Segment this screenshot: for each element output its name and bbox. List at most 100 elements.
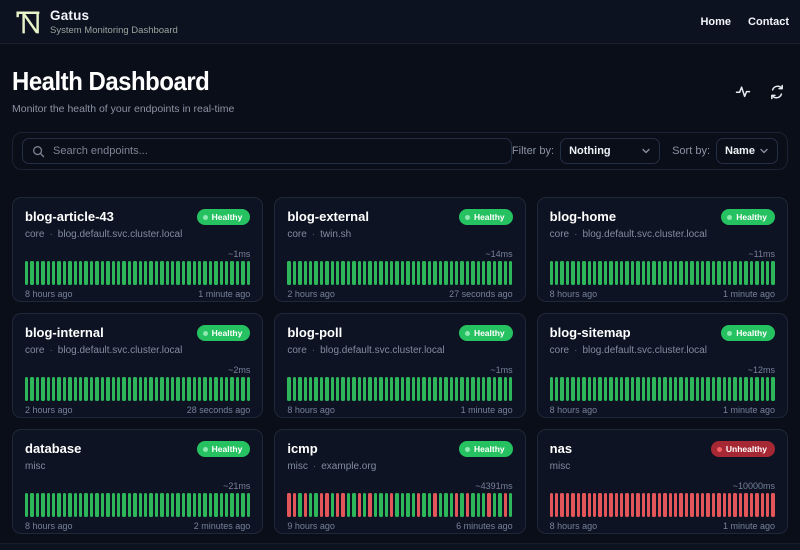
- uptime-bar[interactable]: [79, 377, 83, 402]
- uptime-bar[interactable]: [576, 261, 581, 286]
- uptime-bar[interactable]: [390, 377, 394, 402]
- uptime-bar[interactable]: [176, 377, 180, 402]
- search-input[interactable]: Search endpoints...: [22, 138, 512, 165]
- uptime-bar[interactable]: [765, 261, 770, 286]
- uptime-bar[interactable]: [614, 377, 618, 402]
- uptime-bar[interactable]: [149, 377, 153, 402]
- uptime-bar[interactable]: [395, 377, 399, 402]
- uptime-bars[interactable]: [25, 261, 251, 286]
- uptime-bar[interactable]: [52, 261, 56, 286]
- uptime-bar[interactable]: [587, 261, 591, 286]
- uptime-bar[interactable]: [417, 493, 421, 518]
- uptime-bar[interactable]: [476, 493, 480, 518]
- uptime-bar[interactable]: [203, 377, 207, 402]
- uptime-bar[interactable]: [733, 493, 737, 518]
- uptime-bar[interactable]: [52, 377, 56, 402]
- uptime-bar[interactable]: [476, 377, 480, 402]
- uptime-bar[interactable]: [603, 377, 608, 402]
- uptime-bar[interactable]: [609, 377, 613, 402]
- uptime-bars[interactable]: [549, 261, 775, 286]
- activity-icon[interactable]: [735, 84, 751, 100]
- uptime-bar[interactable]: [95, 377, 99, 402]
- uptime-bar[interactable]: [592, 377, 597, 402]
- uptime-bar[interactable]: [668, 377, 672, 402]
- uptime-bar[interactable]: [406, 377, 410, 402]
- uptime-bar[interactable]: [287, 493, 291, 518]
- uptime-bar[interactable]: [181, 261, 186, 286]
- uptime-bar[interactable]: [733, 377, 737, 402]
- uptime-bar[interactable]: [62, 493, 67, 518]
- uptime-bar[interactable]: [154, 377, 159, 402]
- uptime-bar[interactable]: [690, 493, 694, 518]
- uptime-bar[interactable]: [106, 377, 110, 402]
- uptime-bar[interactable]: [641, 261, 645, 286]
- uptime-bar[interactable]: [160, 493, 164, 518]
- uptime-bar[interactable]: [298, 493, 302, 518]
- uptime-bar[interactable]: [149, 493, 153, 518]
- uptime-bar[interactable]: [192, 493, 196, 518]
- uptime-bar[interactable]: [406, 493, 410, 518]
- uptime-bar[interactable]: [95, 261, 99, 286]
- endpoint-card[interactable]: nas Unhealthy misc· ~10000ms 8 hours ago…: [536, 429, 788, 535]
- uptime-bar[interactable]: [571, 377, 575, 402]
- uptime-bar[interactable]: [760, 261, 764, 286]
- uptime-bar[interactable]: [609, 261, 613, 286]
- uptime-bar[interactable]: [498, 377, 502, 402]
- uptime-bar[interactable]: [241, 377, 245, 402]
- uptime-bar[interactable]: [465, 377, 470, 402]
- uptime-bar[interactable]: [68, 261, 72, 286]
- uptime-bar[interactable]: [230, 377, 234, 402]
- uptime-bar[interactable]: [30, 493, 34, 518]
- sort-select[interactable]: Name: [716, 138, 778, 165]
- uptime-bar[interactable]: [487, 493, 491, 518]
- uptime-bar[interactable]: [325, 261, 329, 286]
- uptime-bar[interactable]: [143, 377, 148, 402]
- uptime-bar[interactable]: [690, 261, 694, 286]
- uptime-bar[interactable]: [663, 377, 667, 402]
- uptime-bar[interactable]: [722, 261, 727, 286]
- uptime-bar[interactable]: [695, 261, 700, 286]
- uptime-bar[interactable]: [127, 493, 132, 518]
- uptime-bar[interactable]: [357, 493, 362, 518]
- uptime-bar[interactable]: [330, 493, 334, 518]
- uptime-bar[interactable]: [395, 261, 399, 286]
- uptime-bar[interactable]: [100, 377, 105, 402]
- uptime-bar[interactable]: [241, 493, 245, 518]
- uptime-bar[interactable]: [438, 261, 443, 286]
- uptime-bar[interactable]: [187, 493, 191, 518]
- uptime-bar[interactable]: [417, 261, 421, 286]
- uptime-bar[interactable]: [298, 261, 302, 286]
- uptime-bar[interactable]: [292, 261, 297, 286]
- uptime-bar[interactable]: [335, 493, 340, 518]
- uptime-bar[interactable]: [346, 377, 351, 402]
- uptime-bar[interactable]: [760, 377, 764, 402]
- uptime-bar[interactable]: [62, 261, 67, 286]
- filter-select[interactable]: Nothing: [560, 138, 661, 165]
- uptime-bar[interactable]: [411, 377, 416, 402]
- uptime-bar[interactable]: [122, 493, 126, 518]
- uptime-bar[interactable]: [219, 261, 224, 286]
- uptime-bar[interactable]: [330, 377, 334, 402]
- uptime-bar[interactable]: [319, 377, 324, 402]
- uptime-bar[interactable]: [314, 493, 318, 518]
- uptime-bar[interactable]: [138, 493, 142, 518]
- uptime-bar[interactable]: [84, 377, 88, 402]
- uptime-bar[interactable]: [663, 261, 667, 286]
- uptime-bar[interactable]: [503, 493, 507, 518]
- uptime-bar[interactable]: [308, 261, 313, 286]
- uptime-bar[interactable]: [679, 261, 683, 286]
- uptime-bar[interactable]: [460, 261, 464, 286]
- endpoint-card[interactable]: blog-sitemap Healthy core · blog.default.s…: [536, 313, 788, 419]
- uptime-bar[interactable]: [79, 261, 83, 286]
- uptime-bar[interactable]: [111, 377, 115, 402]
- uptime-bar[interactable]: [170, 377, 175, 402]
- uptime-bar[interactable]: [663, 493, 667, 518]
- uptime-bar[interactable]: [549, 261, 554, 286]
- uptime-bar[interactable]: [314, 377, 318, 402]
- uptime-bar[interactable]: [460, 493, 464, 518]
- uptime-bar[interactable]: [187, 377, 191, 402]
- uptime-bar[interactable]: [214, 377, 218, 402]
- uptime-bar[interactable]: [657, 377, 662, 402]
- uptime-bar[interactable]: [84, 261, 88, 286]
- uptime-bar[interactable]: [498, 261, 502, 286]
